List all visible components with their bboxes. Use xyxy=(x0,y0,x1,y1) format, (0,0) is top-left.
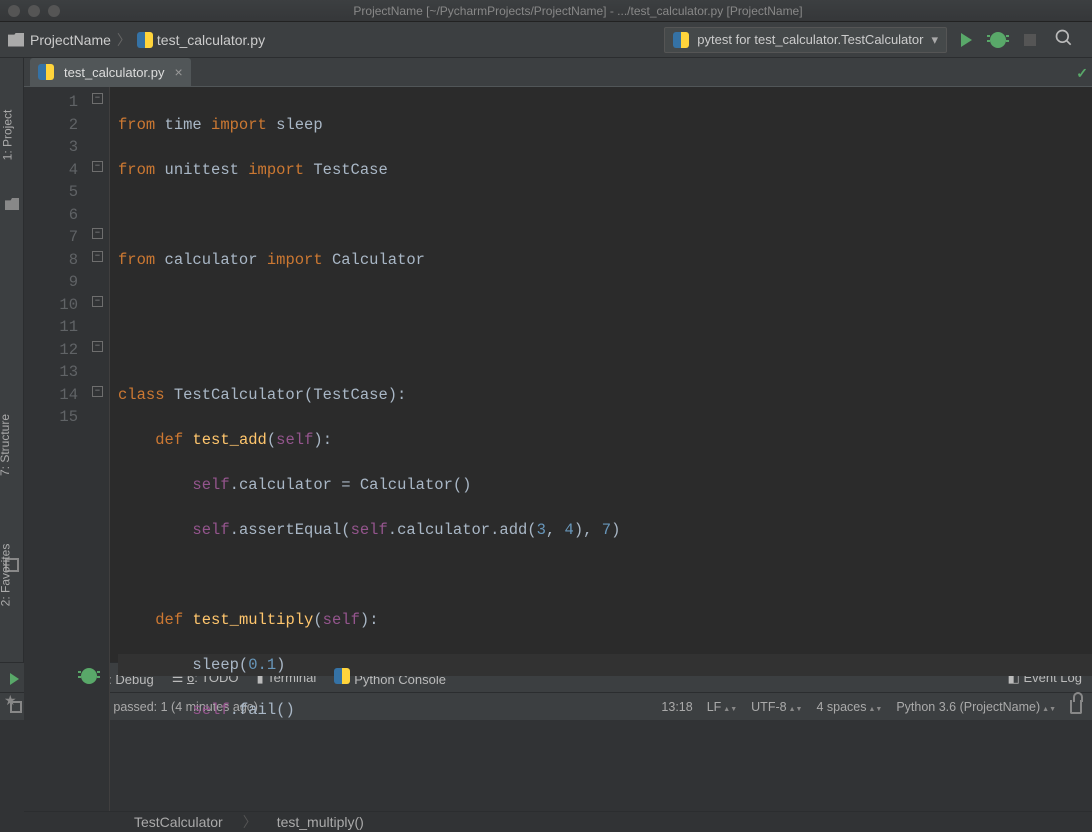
project-tool-tab[interactable]: 1: Project xyxy=(0,110,14,161)
search-icon[interactable] xyxy=(1054,28,1074,51)
line-number: 12 xyxy=(24,339,78,362)
code-content[interactable]: from time import sleep from unittest imp… xyxy=(110,87,1092,811)
fold-end-icon[interactable]: − xyxy=(92,296,103,307)
left-tool-rail: 1: Project 7: Structure 2: Favorites ★ xyxy=(0,58,24,662)
gutter[interactable]: 1 2 3 4 5 6 7 8 9 10 11 12 13 14 15 ↖ xyxy=(24,87,90,811)
breadcrumb-file[interactable]: test_calculator.py xyxy=(157,32,265,48)
line-number: 14 xyxy=(24,384,78,407)
folder-icon xyxy=(8,33,24,47)
fold-icon[interactable]: − xyxy=(92,341,103,352)
run-button[interactable] xyxy=(961,33,972,47)
navigation-bar: ProjectName 〉 test_calculator.py pytest … xyxy=(0,22,1092,58)
debug-button[interactable] xyxy=(990,32,1006,48)
breadcrumb-separator: 〉 xyxy=(243,812,257,832)
close-window-icon[interactable] xyxy=(8,5,20,17)
favorites-tool-tab[interactable]: 2: Favorites xyxy=(0,544,12,607)
line-number: 15 xyxy=(24,406,78,429)
line-number: 5 xyxy=(24,181,78,204)
editor-tabs: test_calculator.py × xyxy=(24,58,1092,87)
chevron-down-icon: ▾ xyxy=(931,32,938,48)
breadcrumb-method[interactable]: test_multiply() xyxy=(277,814,364,830)
editor-tab[interactable]: test_calculator.py × xyxy=(30,58,191,86)
line-number: 6 xyxy=(24,204,78,227)
line-number: 8 xyxy=(24,249,78,272)
run-config-selector[interactable]: pytest for test_calculator.TestCalculato… xyxy=(664,27,947,53)
breadcrumb-project[interactable]: ProjectName xyxy=(30,32,111,48)
line-number: 11 xyxy=(24,316,78,339)
fold-column[interactable]: − − − − − − − xyxy=(90,87,110,811)
pytest-icon xyxy=(673,32,689,48)
code-breadcrumb: TestCalculator 〉 test_multiply() xyxy=(24,811,1092,832)
fold-icon[interactable]: − xyxy=(92,251,103,262)
star-icon[interactable]: ★ xyxy=(4,692,18,704)
fold-icon[interactable]: − xyxy=(92,93,103,104)
line-number: 13 xyxy=(24,361,78,384)
fold-icon[interactable]: − xyxy=(92,161,103,172)
minimize-window-icon[interactable] xyxy=(28,5,40,17)
breadcrumb-class[interactable]: TestCalculator xyxy=(134,814,223,830)
title-bar: ProjectName [~/PycharmProjects/ProjectNa… xyxy=(0,0,1092,22)
close-icon[interactable]: × xyxy=(174,64,182,80)
folder-icon[interactable] xyxy=(5,198,19,210)
line-number: 10 xyxy=(24,294,78,317)
python-file-icon xyxy=(137,32,153,48)
line-number: 2 xyxy=(24,114,78,137)
line-number: 4 xyxy=(24,159,78,182)
code-editor[interactable]: ✓ 1 2 3 4 5 6 7 8 9 10 11 12 13 14 15 xyxy=(24,87,1092,811)
python-file-icon xyxy=(38,64,54,80)
run-config-label: pytest for test_calculator.TestCalculato… xyxy=(697,32,923,47)
line-number: 1 xyxy=(24,91,78,114)
breadcrumb-separator: 〉 xyxy=(117,30,131,50)
line-number: 3 xyxy=(24,136,78,159)
line-number: 9 xyxy=(24,271,78,294)
fold-icon[interactable]: − xyxy=(92,228,103,239)
analysis-ok-icon[interactable]: ✓ xyxy=(1076,64,1088,87)
zoom-window-icon[interactable] xyxy=(48,5,60,17)
window-title: ProjectName [~/PycharmProjects/ProjectNa… xyxy=(72,4,1084,18)
structure-tool-tab[interactable]: 7: Structure xyxy=(0,414,12,476)
tab-label: test_calculator.py xyxy=(64,65,164,80)
lock-icon[interactable] xyxy=(1070,700,1082,714)
traffic-lights[interactable] xyxy=(8,5,60,17)
stop-button[interactable] xyxy=(1024,34,1036,46)
fold-end-icon[interactable]: − xyxy=(92,386,103,397)
line-number: 7 xyxy=(24,226,78,249)
